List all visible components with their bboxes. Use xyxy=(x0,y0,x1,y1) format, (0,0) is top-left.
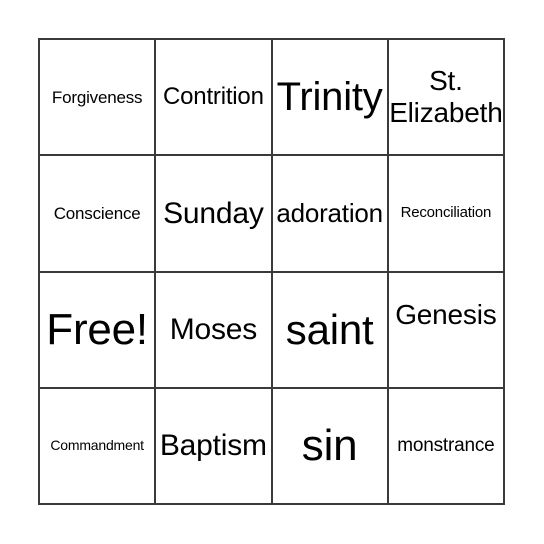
bingo-cell[interactable]: Conscience xyxy=(40,156,157,273)
bingo-cell-label: Contrition xyxy=(163,82,264,110)
bingo-cell-label: Free! xyxy=(46,304,148,354)
bingo-cell[interactable]: saint xyxy=(272,272,389,389)
bingo-cell-label: Commandment xyxy=(50,437,144,454)
bingo-cell-label: Reconciliation xyxy=(400,203,492,221)
bingo-cell-label: saint xyxy=(285,306,374,354)
bingo-cell-free-space[interactable]: Free! xyxy=(40,272,157,389)
bingo-cell[interactable]: Baptism xyxy=(156,388,273,505)
bingo-cell-label: Trinity xyxy=(276,74,383,119)
bingo-cell-label: monstrance xyxy=(397,435,495,457)
bingo-cell-label: Genesis xyxy=(395,298,497,330)
bingo-cell[interactable]: Moses xyxy=(156,272,273,389)
bingo-cell[interactable]: Forgiveness xyxy=(40,40,157,157)
bingo-cell[interactable]: Commandment xyxy=(40,388,157,505)
bingo-cell[interactable]: Sunday xyxy=(156,156,273,273)
bingo-cell-label: St. Elizabeth xyxy=(389,64,503,129)
bingo-cell[interactable]: Genesis xyxy=(388,272,505,389)
bingo-cell-label: Sunday xyxy=(163,196,264,230)
bingo-cell-label: Forgiveness xyxy=(51,87,143,107)
bingo-cell-label: adoration xyxy=(276,197,383,228)
bingo-cell-label: Conscience xyxy=(53,203,141,223)
bingo-cell[interactable]: Contrition xyxy=(156,40,273,157)
bingo-cell-label: sin xyxy=(301,421,358,471)
bingo-card-grid: Forgiveness Contrition Trinity St. Eliza… xyxy=(38,38,505,505)
bingo-cell[interactable]: St. Elizabeth xyxy=(388,40,505,157)
bingo-cell[interactable]: adoration xyxy=(272,156,389,273)
bingo-cell-label: Baptism xyxy=(159,429,267,463)
bingo-cell-label: Moses xyxy=(169,312,258,346)
bingo-cell[interactable]: Trinity xyxy=(272,40,389,157)
bingo-cell[interactable]: Reconciliation xyxy=(388,156,505,273)
bingo-cell[interactable]: monstrance xyxy=(388,388,505,505)
bingo-cell[interactable]: sin xyxy=(272,388,389,505)
